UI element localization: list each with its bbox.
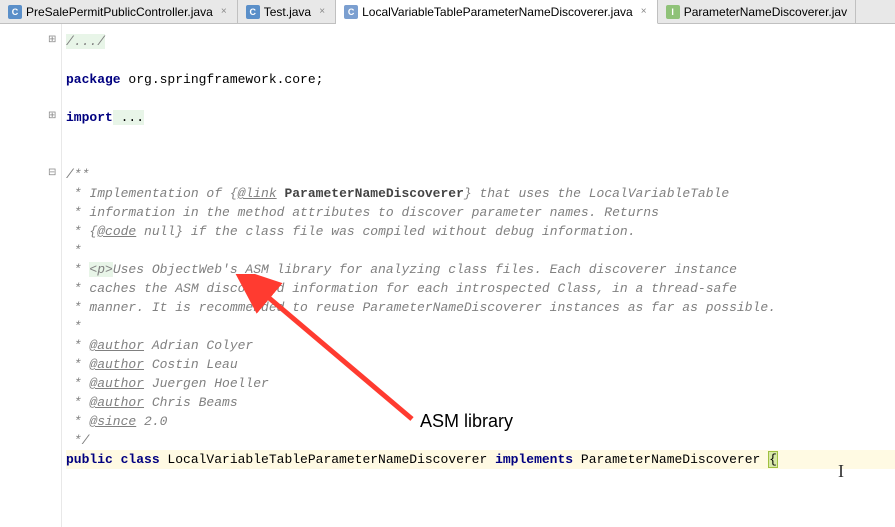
close-icon[interactable]: ×: [219, 7, 229, 17]
package-name: org.springframework.core;: [121, 72, 324, 87]
keyword-import: import: [66, 110, 113, 125]
editor-gutter: ⊞ ⊞ ⊟: [0, 24, 62, 527]
folded-imports[interactable]: ...: [113, 110, 144, 125]
editor-area: ⊞ ⊞ ⊟ /.../ package org.springframework.…: [0, 24, 895, 527]
keyword-package: package: [66, 72, 121, 87]
folded-comment[interactable]: /.../: [66, 34, 105, 49]
class-icon: C: [8, 5, 22, 19]
fold-toggle-icon[interactable]: ⊟: [48, 167, 58, 177]
code-area[interactable]: /.../ package org.springframework.core; …: [62, 24, 895, 527]
tab-label: Test.java: [264, 5, 311, 19]
brace-highlight: {: [768, 451, 778, 468]
class-icon: C: [246, 5, 260, 19]
fold-toggle-icon[interactable]: ⊞: [48, 110, 58, 120]
close-icon[interactable]: ×: [317, 7, 327, 17]
annotation-label: ASM library: [420, 412, 513, 431]
javadoc-open: /**: [66, 167, 89, 182]
class-declaration-line: public class LocalVariableTableParameter…: [66, 450, 895, 469]
fold-toggle-icon[interactable]: ⊞: [48, 34, 58, 44]
tab-localvariabletable[interactable]: C LocalVariableTableParameterNameDiscove…: [336, 0, 658, 24]
interface-icon: I: [666, 5, 680, 19]
tab-label: PreSalePermitPublicController.java: [26, 5, 213, 19]
tab-label: ParameterNameDiscoverer.jav: [684, 5, 847, 19]
tab-test[interactable]: C Test.java ×: [238, 0, 336, 23]
text-cursor-icon: I: [838, 462, 844, 481]
close-icon[interactable]: ×: [639, 7, 649, 17]
tab-parameternamediscoverer[interactable]: I ParameterNameDiscoverer.jav: [658, 0, 856, 23]
editor-tab-bar: C PreSalePermitPublicController.java × C…: [0, 0, 895, 24]
tab-presalepermit[interactable]: C PreSalePermitPublicController.java ×: [0, 0, 238, 23]
tab-label: LocalVariableTableParameterNameDiscovere…: [362, 5, 633, 19]
class-icon: C: [344, 5, 358, 19]
